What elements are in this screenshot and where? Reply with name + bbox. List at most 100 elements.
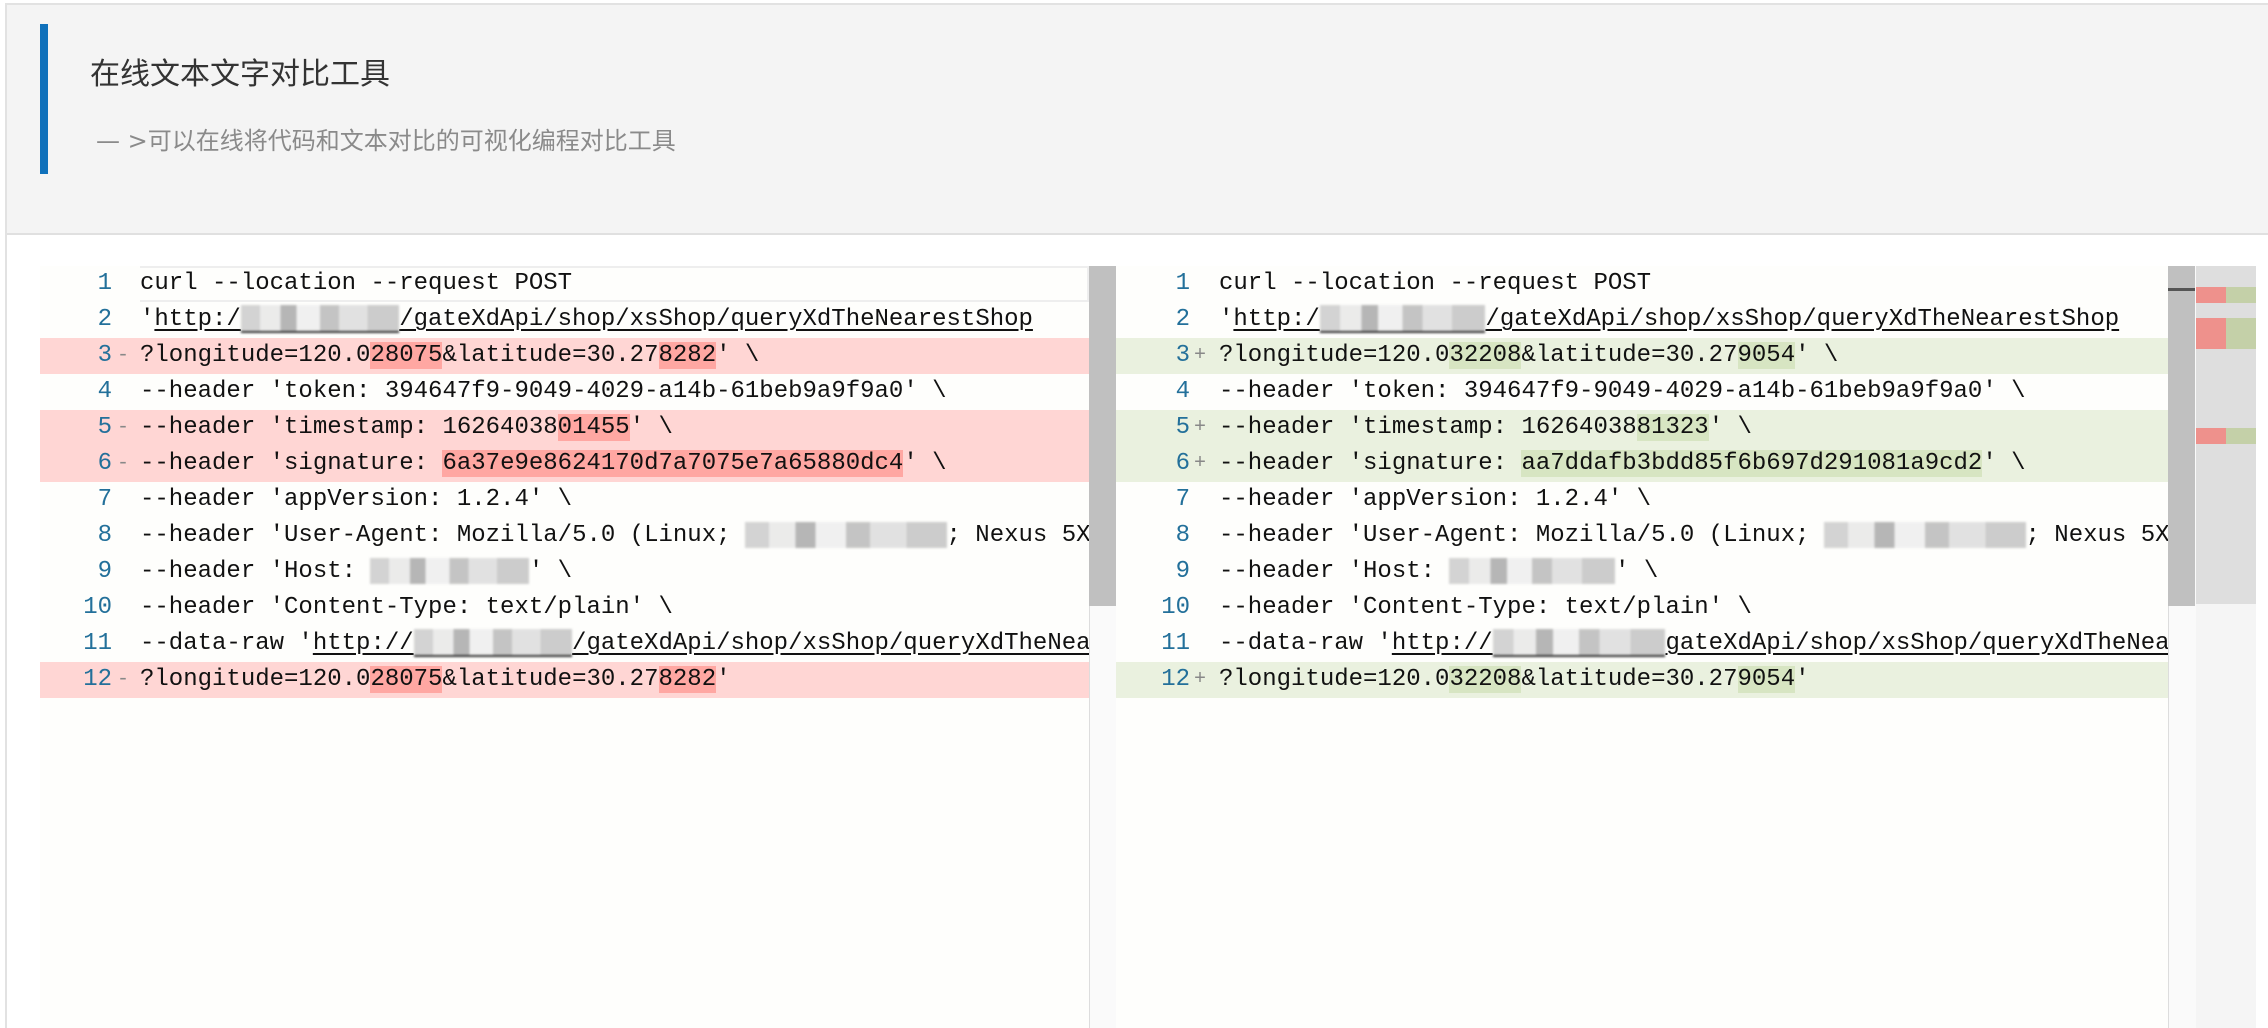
overview-deletion-marker[interactable] — [2196, 287, 2226, 303]
code-segment: --header 'User-Agent: Mozilla/5.0 (Linux… — [140, 522, 745, 549]
code-segment: curl --location --request POST — [140, 270, 573, 297]
redacted-text — [1823, 521, 2026, 548]
line-number: 8 — [97, 522, 112, 549]
redacted-text[interactable] — [1319, 304, 1486, 333]
header-accent-bar — [40, 24, 48, 174]
line-number: 5 — [97, 414, 112, 441]
code-segment: &latitude=30.27 — [442, 342, 659, 369]
changed-text: 9054 — [1737, 666, 1796, 693]
overview-addition-marker[interactable] — [2226, 318, 2256, 349]
line-number: 8 — [1175, 522, 1190, 549]
code-segment: ' \ — [528, 558, 573, 585]
code-segment: ' \ — [903, 450, 947, 477]
url-link[interactable]: http:/ — [1233, 306, 1319, 333]
code-line[interactable]: 11 --data-raw 'http:// gateXdApi/shop/xsSh… — [1116, 626, 2168, 662]
addition-marker-icon: + — [1194, 416, 1207, 439]
changed-text: 8282 — [658, 342, 717, 369]
code-line[interactable]: 8 --header 'User-Agent: Mozilla/5.0 (Linu… — [40, 518, 1089, 554]
right-scrollbar-thumb[interactable] — [2168, 266, 2195, 606]
changed-text: 81323 — [1636, 414, 1709, 441]
added-line[interactable]: 5 + --header 'timestamp: 1626403881323' \ — [1116, 410, 2168, 446]
code-text: --header 'timestamp: 1626403801455' \ — [140, 410, 1089, 446]
overview-addition-marker[interactable] — [2226, 287, 2256, 303]
code-segment: ' \ — [1795, 342, 1839, 369]
deleted-line[interactable]: 5- --header 'timestamp: 1626403801455' \ — [40, 410, 1089, 446]
overview-deletion-marker[interactable] — [2196, 428, 2226, 444]
deletion-marker-icon: - — [117, 668, 130, 691]
redacted-text[interactable] — [1492, 628, 1666, 657]
code-segment: ' — [140, 306, 155, 333]
code-segment: --header 'token: 394647f9-9049-4029-a14b… — [140, 378, 947, 405]
code-segment: --data-raw ' — [1219, 630, 1392, 657]
code-text: curl --location --request POST — [1219, 266, 2168, 302]
url-link[interactable]: http:/ — [154, 306, 240, 333]
added-line[interactable]: 3 + ?longitude=120.032208&latitude=30.2790… — [1116, 338, 2168, 374]
code-text: --header 'token: 394647f9-9049-4029-a14b… — [1219, 374, 2168, 410]
page-subtitle: — >可以在线将代码和文本对比的可视化编程对比工具 — [96, 127, 676, 155]
deleted-line[interactable]: 12- ?longitude=120.028075&latitude=30.278… — [40, 662, 1089, 698]
page-title: 在线文本文字对比工具 — [90, 57, 390, 92]
added-line[interactable]: 12 + ?longitude=120.032208&latitude=30.279… — [1116, 662, 2168, 698]
redacted-text — [370, 557, 529, 584]
url-link[interactable]: /gateXdApi/shop/xsShop/queryXdTheNearest… — [399, 306, 1033, 333]
code-line[interactable]: 1 curl --location --request POST — [1116, 266, 2168, 302]
url-link[interactable]: /gateXdApi/shop/xsShop/queryXdTheNeare — [572, 630, 1089, 657]
code-segment: ' — [1795, 666, 1810, 693]
line-number: 10 — [1161, 594, 1190, 621]
left-scrollbar-thumb[interactable] — [1089, 266, 1116, 606]
redacted-text — [1449, 557, 1616, 584]
code-line[interactable]: 9 --header 'Host: ' \ — [1116, 554, 2168, 590]
added-line[interactable]: 6 + --header 'signature: aa7ddafb3bdd85f6b… — [1116, 446, 2168, 482]
code-line[interactable]: 4 --header 'token: 394647f9-9049-4029-a14… — [1116, 374, 2168, 410]
code-line[interactable]: 2 'http:/ /gateXdApi/shop/xsShop/queryXdTh… — [40, 302, 1089, 338]
code-segment: --header 'signature: — [1219, 450, 1522, 477]
diff-left-editor[interactable]: 1 curl --location --request POST 2'http://… — [40, 266, 1089, 1028]
line-number: 7 — [97, 486, 112, 513]
addition-marker-icon: + — [1194, 344, 1207, 367]
code-text: curl --location --request POST — [140, 266, 1089, 302]
code-text: --data-raw 'http:// /gateXdApi/shop/xsSho… — [140, 626, 1089, 662]
code-line[interactable]: 9 --header 'Host: ' \ — [40, 554, 1089, 590]
changed-text: 28075 — [370, 342, 443, 369]
code-segment: ?longitude=120.0 — [1219, 342, 1450, 369]
code-line[interactable]: 4 --header 'token: 394647f9-9049-4029-a14… — [40, 374, 1089, 410]
code-segment: ; Nexus 5X Bu — [2025, 522, 2169, 549]
code-line[interactable]: 10 --header 'Content-Type: text/plain' \ — [40, 590, 1089, 626]
code-line[interactable]: 7 --header 'appVersion: 1.2.4' \ — [40, 482, 1089, 518]
code-segment: &latitude=30.27 — [442, 666, 659, 693]
redacted-text[interactable] — [413, 628, 573, 657]
code-line[interactable]: 2 'http:/ /gateXdApi/shop/xsShop/queryXdTh… — [1116, 302, 2168, 338]
line-number: 3 — [97, 342, 112, 369]
url-link[interactable]: http:// — [313, 630, 414, 657]
code-text: --header 'signature: 6a37e9e8624170d7a70… — [140, 446, 1089, 482]
line-number: 5 — [1175, 414, 1190, 441]
diff-right-editor[interactable]: 1 curl --location --request POST 2'http://… — [1116, 266, 2168, 1028]
code-line[interactable]: 7 --header 'appVersion: 1.2.4' \ — [1116, 482, 2168, 518]
deleted-line[interactable]: 3- ?longitude=120.028075&latitude=30.2782… — [40, 338, 1089, 374]
code-line[interactable]: 8 --header 'User-Agent: Mozilla/5.0 (Linu… — [1116, 518, 2168, 554]
line-number: 4 — [97, 378, 112, 405]
code-segment: curl --location --request POST — [1219, 270, 1652, 297]
code-text: --header 'Content-Type: text/plain' \ — [1219, 590, 2168, 626]
deleted-line[interactable]: 6- --header 'signature: 6a37e9e8624170d7a… — [40, 446, 1089, 482]
line-number: 1 — [97, 270, 112, 297]
code-segment: ' \ — [1708, 414, 1752, 441]
url-link[interactable]: http:// — [1392, 630, 1493, 657]
line-number: 6 — [1175, 450, 1190, 477]
overview-ruler-empty — [2196, 604, 2256, 1028]
code-line[interactable]: 1 curl --location --request POST — [40, 266, 1089, 302]
code-segment: &latitude=30.27 — [1521, 666, 1738, 693]
diff-overview-ruler[interactable] — [2196, 266, 2256, 604]
code-line[interactable]: 11 --data-raw 'http:// /gateXdApi/shop/xsS… — [40, 626, 1089, 662]
code-segment: ' \ — [1615, 558, 1659, 585]
url-link[interactable]: /gateXdApi/shop/xsShop/queryXdTheNearest… — [1485, 306, 2119, 333]
url-link[interactable]: gateXdApi/shop/xsShop/queryXdTheNeare — [1665, 630, 2168, 657]
changed-text: 9054 — [1737, 342, 1796, 369]
overview-addition-marker[interactable] — [2226, 428, 2256, 444]
code-segment: ' \ — [716, 342, 760, 369]
code-text: --data-raw 'http:// gateXdApi/shop/xsShop… — [1219, 626, 2168, 662]
redacted-text[interactable] — [240, 304, 400, 333]
overview-deletion-marker[interactable] — [2196, 318, 2226, 349]
code-line[interactable]: 10 --header 'Content-Type: text/plain' \ — [1116, 590, 2168, 626]
code-segment: ?longitude=120.0 — [140, 342, 371, 369]
